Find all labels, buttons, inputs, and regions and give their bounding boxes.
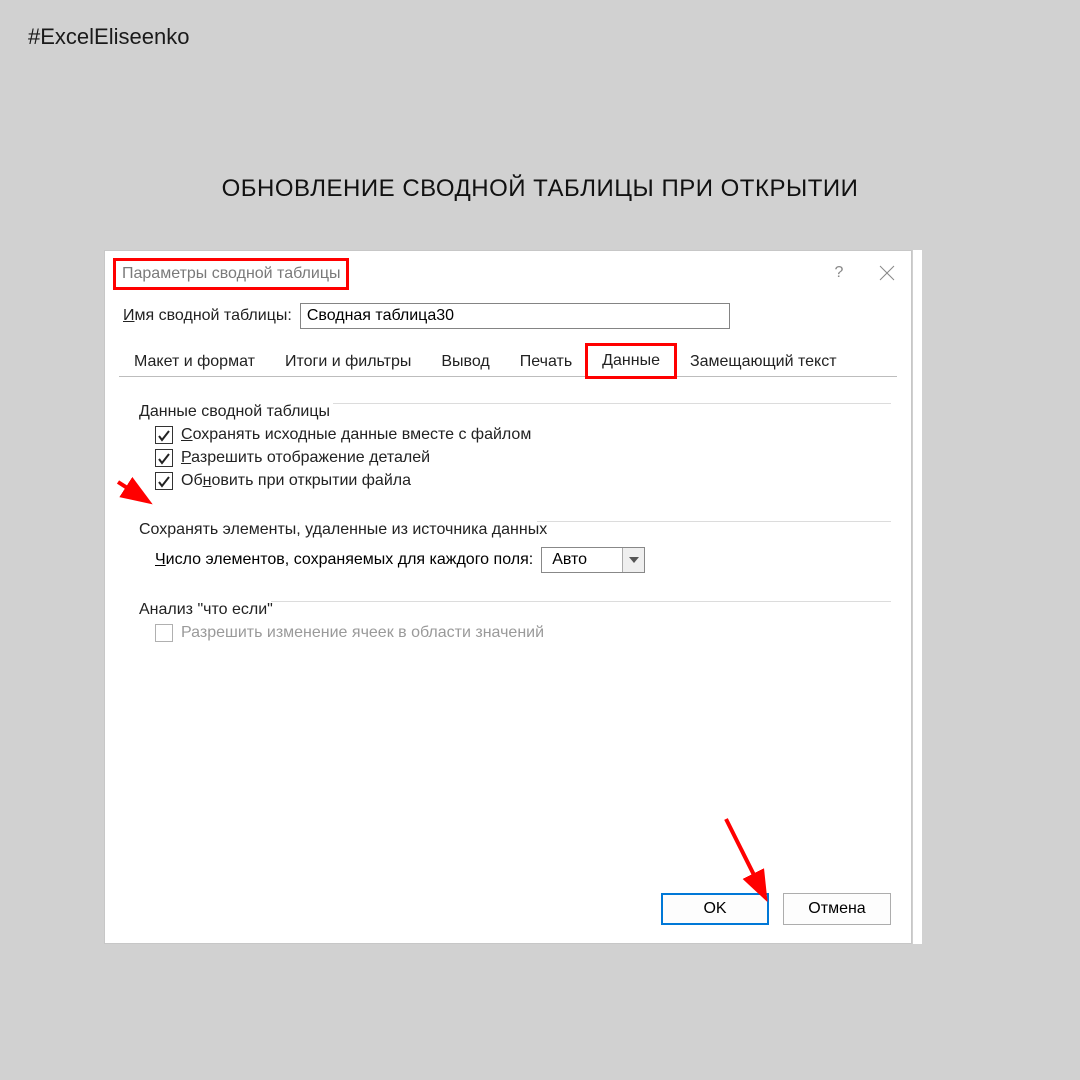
tabstrip: Макет и формат Итоги и фильтры Вывод Печ…	[105, 343, 911, 377]
pivot-name-input[interactable]	[300, 303, 730, 329]
tab-layout-format[interactable]: Макет и формат	[119, 346, 270, 377]
help-button[interactable]: ?	[815, 264, 863, 282]
tab-data[interactable]: Данные	[587, 345, 675, 377]
tab-data-pane: Данные сводной таблицы Сохранять исходны…	[105, 377, 911, 663]
ok-button[interactable]: OK	[661, 893, 769, 925]
retain-items-row: Число элементов, сохраняемых для каждого…	[155, 547, 881, 573]
check-refresh-on-open-label: Обновить при открытии файла	[181, 472, 411, 490]
pivot-name-label: Имя сводной таблицы:	[123, 307, 292, 325]
check-save-source-data-row: Сохранять исходные данные вместе с файло…	[155, 426, 881, 444]
tab-alt-text[interactable]: Замещающий текст	[675, 346, 852, 377]
pivot-name-row: Имя сводной таблицы:	[105, 295, 911, 339]
retain-items-label: Число элементов, сохраняемых для каждого…	[155, 551, 533, 569]
check-enable-details-label: Разрешить отображение деталей	[181, 449, 430, 467]
group-pivot-data-label: Данные сводной таблицы	[139, 403, 330, 421]
check-enable-details-row: Разрешить отображение деталей	[155, 449, 881, 467]
dialog-button-row: OK Отмена	[661, 893, 891, 925]
page-hashtag: #ExcelEliseenko	[28, 24, 189, 50]
dialog-title: Параметры сводной таблицы	[113, 258, 349, 290]
group-pivot-data: Данные сводной таблицы Сохранять исходны…	[125, 393, 891, 503]
dialog-titlebar: Параметры сводной таблицы ?	[105, 251, 911, 295]
check-save-source-data[interactable]	[155, 426, 173, 444]
tab-display[interactable]: Вывод	[426, 346, 504, 377]
chevron-down-icon	[622, 548, 644, 572]
check-save-source-data-label: Сохранять исходные данные вместе с файло…	[181, 426, 531, 444]
group-retain-deleted-label: Сохранять элементы, удаленные из источни…	[139, 521, 547, 539]
close-icon	[879, 265, 895, 281]
retain-items-value: Авто	[542, 551, 622, 569]
page-heading: ОБНОВЛЕНИЕ СВОДНОЙ ТАБЛИЦЫ ПРИ ОТКРЫТИИ	[0, 175, 1080, 203]
cancel-button[interactable]: Отмена	[783, 893, 891, 925]
group-retain-deleted: Сохранять элементы, удаленные из источни…	[125, 511, 891, 583]
worksheet-edge	[912, 250, 922, 944]
tab-print[interactable]: Печать	[505, 346, 587, 377]
check-refresh-on-open[interactable]	[155, 472, 173, 490]
pivot-table-options-dialog: Параметры сводной таблицы ? Имя сводной …	[104, 250, 912, 944]
check-refresh-on-open-row: Обновить при открытии файла	[155, 472, 881, 490]
check-allow-cell-edit	[155, 624, 173, 642]
group-what-if-label: Анализ "что если"	[139, 601, 273, 619]
retain-items-combo[interactable]: Авто	[541, 547, 645, 573]
check-enable-details[interactable]	[155, 449, 173, 467]
group-what-if: Анализ "что если" Разрешить изменение яч…	[125, 591, 891, 655]
close-button[interactable]	[863, 251, 911, 295]
check-allow-cell-edit-label: Разрешить изменение ячеек в области знач…	[181, 624, 544, 642]
check-allow-cell-edit-row: Разрешить изменение ячеек в области знач…	[155, 624, 881, 642]
tab-totals-filters[interactable]: Итоги и фильтры	[270, 346, 426, 377]
